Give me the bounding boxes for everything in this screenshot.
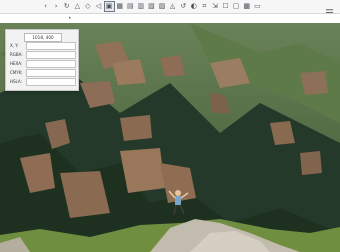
crop-icon[interactable]: ⌗: [200, 2, 209, 11]
field-row-rgba: RGBA:: [10, 51, 76, 59]
hamburger-menu-icon[interactable]: [325, 2, 334, 16]
select-box-icon[interactable]: ▣: [103, 1, 115, 12]
triangle-left-icon[interactable]: ◁: [94, 2, 103, 11]
xy-label: X, Y:: [10, 43, 19, 48]
frame-icon[interactable]: ▢: [232, 2, 241, 11]
top-toolbar: ‹ › ↻ △ ◇ ◁ ▣ ▦ ▤ ▥ ▧ ▨ ◬ ↺ ◐ ⌗ ⇲ ☐ ▢ ▩ ▭: [0, 0, 340, 16]
rotate-icon[interactable]: ↻: [62, 2, 71, 11]
panel-icon[interactable]: ▭: [253, 2, 262, 11]
hexa-field[interactable]: [26, 60, 76, 68]
chevron-right-icon[interactable]: ›: [52, 2, 61, 11]
adjust-icon[interactable]: ◐: [189, 2, 198, 11]
table-icon[interactable]: ▨: [158, 2, 167, 11]
tabs-strip: •: [0, 14, 340, 23]
color-picker-panel: 1018, 400 X, Y: RGBA: HEXA: CMYK: HSLA:: [5, 29, 79, 91]
field-row-hexa: HEXA:: [10, 60, 76, 68]
toolbar-tools: ‹ › ↻ △ ◇ ◁ ▣ ▦ ▤ ▥ ▧ ▨ ◬ ↺ ◐ ⌗ ⇲ ☐ ▢ ▩ ▭: [41, 1, 263, 12]
stack-icon[interactable]: ▧: [147, 2, 156, 11]
gallery-icon[interactable]: ▩: [242, 2, 251, 11]
tab-indicator: •: [68, 15, 72, 22]
field-row-cmyk: CMYK:: [10, 69, 76, 77]
hsla-label: HSLA:: [10, 79, 22, 84]
grid-icon[interactable]: ▦: [115, 2, 124, 11]
chevron-left-icon[interactable]: ‹: [41, 2, 50, 11]
cmyk-label: CMYK:: [10, 70, 23, 75]
hsla-field[interactable]: [26, 78, 76, 86]
shape-icon[interactable]: ◇: [83, 2, 92, 11]
field-row-xy: X, Y:: [10, 42, 76, 50]
field-row-hsla: HSLA:: [10, 78, 76, 86]
fill-icon[interactable]: ◬: [168, 2, 177, 11]
rgba-label: RGBA:: [10, 52, 23, 57]
rgba-field[interactable]: [26, 51, 76, 59]
comment-icon[interactable]: ☐: [221, 2, 230, 11]
refresh-icon[interactable]: ↺: [179, 2, 188, 11]
hexa-label: HEXA:: [10, 61, 23, 66]
cmyk-field[interactable]: [26, 69, 76, 77]
image-icon[interactable]: ▥: [136, 2, 145, 11]
xy-field[interactable]: [26, 42, 76, 50]
layers-icon[interactable]: ▤: [126, 2, 135, 11]
export-icon[interactable]: ⇲: [211, 2, 220, 11]
warning-icon[interactable]: △: [73, 2, 82, 11]
coordinates-display: 1018, 400: [24, 33, 62, 42]
